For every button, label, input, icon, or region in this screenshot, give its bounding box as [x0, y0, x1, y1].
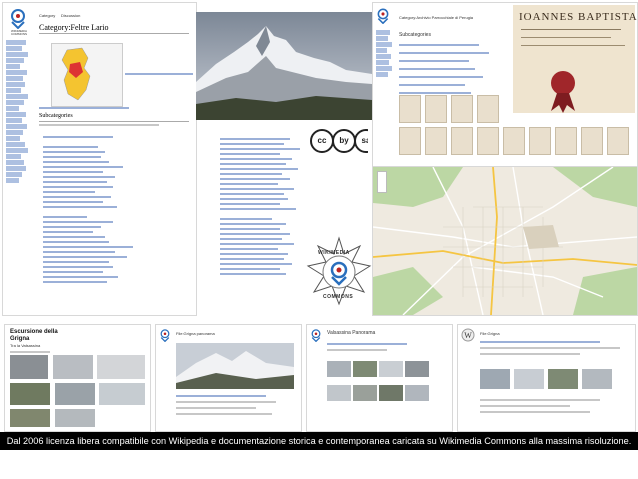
bottom-page-title: File:Grigna panorama: [176, 331, 215, 336]
wikimedia-commons-logo: [311, 329, 321, 342]
bottom-page-3: Valsassina Panorama: [306, 324, 453, 432]
section-header: Subcategories: [399, 32, 431, 38]
tab-category[interactable]: Category: [39, 13, 55, 18]
commons-category-screenshot: WIKIMEDIA COMMONS Category Discussion Ca…: [2, 2, 197, 316]
bottom-page-2: File:Grigna panorama: [155, 324, 302, 432]
bottom-page-1: Escursione della Grigna Tra la Valsassin…: [4, 324, 151, 432]
manuscript-image: IOANNES BAPTISTA: [513, 5, 638, 113]
sa-icon: sa: [354, 129, 368, 153]
wikimedia-commons-logo: [11, 9, 25, 29]
sidebar-navigation[interactable]: [6, 39, 30, 184]
slide-caption: Dal 2006 licenza libera compatibile con …: [0, 432, 638, 450]
manuscript-heading: IOANNES BAPTISTA: [519, 11, 638, 23]
wikimedia-commons-logo: [377, 8, 389, 24]
city-map[interactable]: [372, 166, 638, 316]
map-zoom-controls[interactable]: [377, 171, 387, 193]
wikimedia-commons-logo: [160, 329, 170, 342]
logo-label: WIKIMEDIA COMMONS: [10, 29, 27, 36]
bottom-page-subtitle: Tra la Valsassina: [10, 343, 41, 348]
subcategory-list[interactable]: [399, 41, 509, 97]
mountain-panorama-photo: [196, 12, 372, 120]
page-title: Category:Feltre Lario: [39, 23, 109, 32]
locator-map: [51, 43, 123, 107]
panorama-thumbnail: [176, 343, 294, 389]
wikipedia-logo: W: [461, 328, 475, 342]
bottom-page-4: File:Grigna W: [457, 324, 636, 432]
tab-discussion[interactable]: Discussion: [61, 13, 80, 18]
badge-top-text: WIKIMEDIA: [318, 250, 350, 256]
section-subcategories: Subcategories: [39, 113, 73, 119]
cc-icon: cc: [310, 129, 334, 153]
bottom-page-title: Valsassina Panorama: [327, 330, 376, 336]
by-icon: by: [332, 129, 356, 153]
bottom-page-title: File:Grigna: [480, 331, 500, 336]
wikimedia-commons-badge: WIKIMEDIA COMMONS: [304, 236, 374, 314]
page-title: Category:Archivio Parrocchiale di Perugi…: [399, 15, 474, 20]
bottom-page-title: Escursione della Grigna: [10, 329, 58, 342]
svg-text:W: W: [464, 331, 472, 340]
sidebar-navigation[interactable]: [376, 29, 394, 78]
badge-bottom-text: COMMONS: [323, 294, 354, 300]
subcategory-list-a[interactable]: [43, 133, 143, 286]
archive-category-screenshot: Category:Archivio Parrocchiale di Perugi…: [372, 2, 638, 167]
